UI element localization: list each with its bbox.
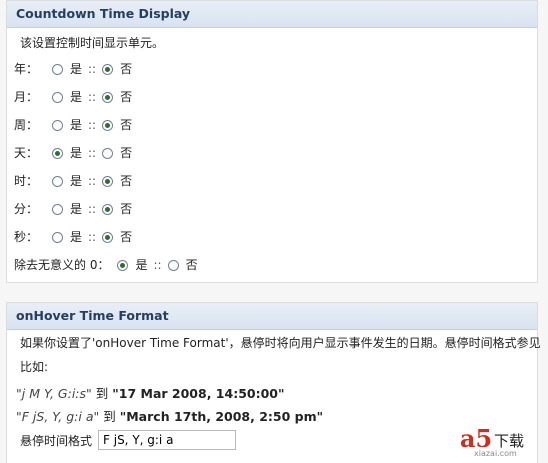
separator: :: <box>88 174 97 188</box>
example-connector: 到 <box>103 409 116 424</box>
time-unit-label: 除去无意义的 0： <box>14 258 110 272</box>
example-line-1: "j M Y, G:i:s" 到 "17 Mar 2008, 14:50:00" <box>16 383 285 402</box>
time-unit-row: 分： 是:: 否 <box>14 199 138 219</box>
time-unit-row: 时： 是:: 否 <box>14 171 138 191</box>
watermark-url: xiazai.com <box>474 449 517 458</box>
yes-label: 是 <box>70 118 83 132</box>
hover-format-field-row: 悬停时间格式 <box>20 430 237 450</box>
time-unit-row: 天： 是:: 否 <box>14 143 138 163</box>
no-label: 否 <box>120 230 133 244</box>
example-line-2: "F jS, Y, g:i a" 到 "March 17th, 2008, 2:… <box>16 406 323 425</box>
panel-title: onHover Time Format <box>7 303 537 330</box>
yes-radio[interactable] <box>52 231 63 243</box>
example-intro: 比如: <box>20 360 49 374</box>
time-unit-label: 月： <box>14 90 39 104</box>
yes-label: 是 <box>70 90 83 104</box>
hover-format-label: 悬停时间格式 <box>20 433 93 448</box>
yes-label: 是 <box>70 174 83 188</box>
site-watermark-logo: a5 下载 xiazai.com <box>460 424 542 460</box>
no-label: 否 <box>120 62 133 76</box>
example-format: "j M Y, G:i:s" <box>16 386 92 401</box>
panel-description: 该设置控制时间显示单元。 <box>20 36 165 50</box>
time-unit-label: 分： <box>14 202 39 216</box>
time-unit-row: 除去无意义的 0： 是:: 否 <box>14 255 204 275</box>
no-label: 否 <box>120 146 133 160</box>
time-unit-label: 秒： <box>14 230 39 244</box>
no-radio[interactable] <box>102 119 114 131</box>
time-unit-row: 年： 是:: 否 <box>14 59 138 79</box>
no-label: 否 <box>120 174 133 188</box>
hover-format-input[interactable] <box>98 430 237 450</box>
time-unit-label: 天： <box>14 146 39 160</box>
yes-radio[interactable] <box>52 119 63 131</box>
yes-label: 是 <box>70 62 83 76</box>
yes-radio[interactable] <box>52 175 63 187</box>
no-radio[interactable] <box>102 203 114 215</box>
separator: :: <box>88 202 97 216</box>
yes-radio[interactable] <box>52 91 63 103</box>
yes-label: 是 <box>70 202 83 216</box>
no-radio[interactable] <box>102 91 114 103</box>
yes-label: 是 <box>70 146 83 160</box>
yes-radio[interactable] <box>52 147 63 159</box>
separator: :: <box>153 258 162 272</box>
panel-title: Countdown Time Display <box>7 1 537 28</box>
no-radio[interactable] <box>167 259 179 271</box>
example-connector: 到 <box>95 386 109 401</box>
yes-label: 是 <box>70 230 83 244</box>
no-radio[interactable] <box>102 175 114 187</box>
time-unit-label: 周： <box>14 118 39 132</box>
no-label: 否 <box>120 118 133 132</box>
no-radio[interactable] <box>102 147 114 159</box>
time-unit-label: 年： <box>14 62 39 76</box>
yes-radio[interactable] <box>52 63 63 75</box>
separator: :: <box>88 230 97 244</box>
example-result: "17 Mar 2008, 14:50:00" <box>112 386 285 401</box>
separator: :: <box>88 118 97 132</box>
example-result: "March 17th, 2008, 2:50 pm" <box>119 409 324 424</box>
separator: :: <box>88 62 97 76</box>
no-radio[interactable] <box>102 231 114 243</box>
panel-description: 如果你设置了'onHover Time Format'，悬停时将向用户显示事件发… <box>20 336 541 350</box>
no-radio[interactable] <box>102 63 114 75</box>
no-label: 否 <box>120 90 133 104</box>
yes-radio[interactable] <box>117 259 129 271</box>
separator: :: <box>88 146 97 160</box>
watermark-text: 下载 <box>494 432 525 450</box>
time-unit-row: 月： 是:: 否 <box>14 87 138 107</box>
time-unit-row: 秒： 是:: 否 <box>14 227 138 247</box>
separator: :: <box>88 90 97 104</box>
countdown-display-panel: Countdown Time Display 该设置控制时间显示单元。 年： 是:… <box>6 0 538 283</box>
time-unit-row: 周： 是:: 否 <box>14 115 138 135</box>
yes-radio[interactable] <box>52 203 63 215</box>
example-format: "F jS, Y, g:i a" <box>16 409 100 424</box>
no-label: 否 <box>185 258 198 272</box>
yes-label: 是 <box>135 258 148 272</box>
onhover-format-panel: onHover Time Format 如果你设置了'onHover Time … <box>6 302 541 463</box>
no-label: 否 <box>120 202 133 216</box>
time-unit-label: 时： <box>14 174 39 188</box>
